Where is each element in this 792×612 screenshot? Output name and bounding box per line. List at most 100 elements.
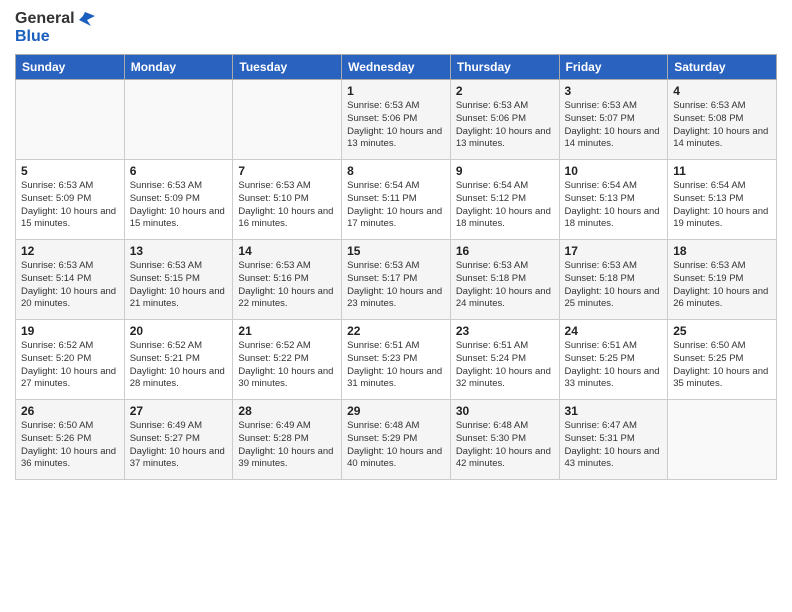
- calendar-cell: 27 Sunrise: 6:49 AM Sunset: 5:27 PM Dayli…: [124, 400, 233, 480]
- calendar-cell: 25Sunrise: 6:50 AM Sunset: 5:25 PM Dayli…: [668, 320, 777, 400]
- calendar-week-row: 1 Sunrise: 6:53 AM Sunset: 5:06 PM Daylig…: [16, 80, 777, 160]
- day-info: Sunrise: 6:53 AM Sunset: 5:16 PM Dayligh…: [238, 260, 336, 311]
- calendar-header-row: SundayMondayTuesdayWednesdayThursdayFrid…: [16, 55, 777, 80]
- calendar-cell: 2 Sunrise: 6:53 AM Sunset: 5:06 PM Daylig…: [450, 80, 559, 160]
- day-number: 1: [347, 84, 445, 98]
- day-number: 26: [21, 404, 119, 418]
- day-number: 3: [565, 84, 663, 98]
- day-number: 14: [238, 244, 336, 258]
- day-number: 25: [673, 324, 771, 338]
- day-number: 29: [347, 404, 445, 418]
- day-info: Sunrise: 6:53 AM Sunset: 5:15 PM Dayligh…: [130, 260, 228, 311]
- calendar-cell: 24 Sunrise: 6:51 AM Sunset: 5:25 PM Dayli…: [559, 320, 668, 400]
- day-number: 18: [673, 244, 771, 258]
- calendar-cell: 9 Sunrise: 6:54 AM Sunset: 5:12 PM Daylig…: [450, 160, 559, 240]
- calendar-cell: 29 Sunrise: 6:48 AM Sunset: 5:29 PM Dayli…: [342, 400, 451, 480]
- calendar-cell: 19Sunrise: 6:52 AM Sunset: 5:20 PM Dayli…: [16, 320, 125, 400]
- day-number: 10: [565, 164, 663, 178]
- calendar-cell: 10Sunrise: 6:54 AM Sunset: 5:13 PM Dayli…: [559, 160, 668, 240]
- logo-blue: Blue: [15, 28, 50, 46]
- calendar-cell: 8Sunrise: 6:54 AM Sunset: 5:11 PM Daylig…: [342, 160, 451, 240]
- calendar-cell: 16 Sunrise: 6:53 AM Sunset: 5:18 PM Dayli…: [450, 240, 559, 320]
- calendar-week-row: 5Sunrise: 6:53 AM Sunset: 5:09 PM Daylig…: [16, 160, 777, 240]
- day-info: Sunrise: 6:52 AM Sunset: 5:22 PM Dayligh…: [238, 340, 336, 391]
- day-number: 13: [130, 244, 228, 258]
- calendar-cell: 4 Sunrise: 6:53 AM Sunset: 5:08 PM Daylig…: [668, 80, 777, 160]
- day-number: 12: [21, 244, 119, 258]
- weekday-header: Monday: [124, 55, 233, 80]
- day-number: 28: [238, 404, 336, 418]
- day-info: Sunrise: 6:51 AM Sunset: 5:23 PM Dayligh…: [347, 340, 445, 391]
- day-number: 24: [565, 324, 663, 338]
- calendar-cell: 22 Sunrise: 6:51 AM Sunset: 5:23 PM Dayli…: [342, 320, 451, 400]
- day-number: 6: [130, 164, 228, 178]
- calendar-cell: 3 Sunrise: 6:53 AM Sunset: 5:07 PM Daylig…: [559, 80, 668, 160]
- day-info: Sunrise: 6:53 AM Sunset: 5:19 PM Dayligh…: [673, 260, 771, 311]
- calendar-cell: [233, 80, 342, 160]
- day-info: Sunrise: 6:54 AM Sunset: 5:11 PM Dayligh…: [347, 180, 445, 231]
- calendar-cell: 5Sunrise: 6:53 AM Sunset: 5:09 PM Daylig…: [16, 160, 125, 240]
- calendar-cell: 21 Sunrise: 6:52 AM Sunset: 5:22 PM Dayli…: [233, 320, 342, 400]
- day-info: Sunrise: 6:51 AM Sunset: 5:24 PM Dayligh…: [456, 340, 554, 391]
- day-info: Sunrise: 6:48 AM Sunset: 5:29 PM Dayligh…: [347, 420, 445, 471]
- day-info: Sunrise: 6:54 AM Sunset: 5:13 PM Dayligh…: [673, 180, 771, 231]
- calendar-cell: 7 Sunrise: 6:53 AM Sunset: 5:10 PM Daylig…: [233, 160, 342, 240]
- calendar-cell: 6Sunrise: 6:53 AM Sunset: 5:09 PM Daylig…: [124, 160, 233, 240]
- day-info: Sunrise: 6:53 AM Sunset: 5:18 PM Dayligh…: [565, 260, 663, 311]
- weekday-header: Thursday: [450, 55, 559, 80]
- day-info: Sunrise: 6:53 AM Sunset: 5:09 PM Dayligh…: [21, 180, 119, 231]
- calendar-cell: 28 Sunrise: 6:49 AM Sunset: 5:28 PM Dayli…: [233, 400, 342, 480]
- day-number: 15: [347, 244, 445, 258]
- weekday-header: Sunday: [16, 55, 125, 80]
- calendar-cell: 30Sunrise: 6:48 AM Sunset: 5:30 PM Dayli…: [450, 400, 559, 480]
- day-info: Sunrise: 6:52 AM Sunset: 5:21 PM Dayligh…: [130, 340, 228, 391]
- weekday-header: Wednesday: [342, 55, 451, 80]
- calendar-cell: 1 Sunrise: 6:53 AM Sunset: 5:06 PM Daylig…: [342, 80, 451, 160]
- day-info: Sunrise: 6:49 AM Sunset: 5:27 PM Dayligh…: [130, 420, 228, 471]
- calendar-cell: [668, 400, 777, 480]
- logo-bird-icon: [77, 10, 95, 28]
- calendar-cell: 13 Sunrise: 6:53 AM Sunset: 5:15 PM Dayli…: [124, 240, 233, 320]
- calendar-cell: 17 Sunrise: 6:53 AM Sunset: 5:18 PM Dayli…: [559, 240, 668, 320]
- day-number: 17: [565, 244, 663, 258]
- logo-general: General: [15, 10, 75, 28]
- day-info: Sunrise: 6:53 AM Sunset: 5:06 PM Dayligh…: [456, 100, 554, 151]
- day-number: 9: [456, 164, 554, 178]
- day-info: Sunrise: 6:52 AM Sunset: 5:20 PM Dayligh…: [21, 340, 119, 391]
- day-info: Sunrise: 6:51 AM Sunset: 5:25 PM Dayligh…: [565, 340, 663, 391]
- day-info: Sunrise: 6:53 AM Sunset: 5:14 PM Dayligh…: [21, 260, 119, 311]
- day-info: Sunrise: 6:53 AM Sunset: 5:08 PM Dayligh…: [673, 100, 771, 151]
- day-info: Sunrise: 6:53 AM Sunset: 5:17 PM Dayligh…: [347, 260, 445, 311]
- calendar-cell: 11 Sunrise: 6:54 AM Sunset: 5:13 PM Dayli…: [668, 160, 777, 240]
- calendar-cell: 15 Sunrise: 6:53 AM Sunset: 5:17 PM Dayli…: [342, 240, 451, 320]
- calendar-cell: 23Sunrise: 6:51 AM Sunset: 5:24 PM Dayli…: [450, 320, 559, 400]
- calendar-cell: 26Sunrise: 6:50 AM Sunset: 5:26 PM Dayli…: [16, 400, 125, 480]
- day-info: Sunrise: 6:54 AM Sunset: 5:12 PM Dayligh…: [456, 180, 554, 231]
- day-info: Sunrise: 6:53 AM Sunset: 5:06 PM Dayligh…: [347, 100, 445, 151]
- day-info: Sunrise: 6:53 AM Sunset: 5:10 PM Dayligh…: [238, 180, 336, 231]
- day-number: 16: [456, 244, 554, 258]
- calendar-table: SundayMondayTuesdayWednesdayThursdayFrid…: [15, 54, 777, 480]
- day-number: 20: [130, 324, 228, 338]
- logo: General Blue: [15, 10, 95, 46]
- calendar-cell: 31Sunrise: 6:47 AM Sunset: 5:31 PM Dayli…: [559, 400, 668, 480]
- day-number: 22: [347, 324, 445, 338]
- weekday-header: Friday: [559, 55, 668, 80]
- day-info: Sunrise: 6:48 AM Sunset: 5:30 PM Dayligh…: [456, 420, 554, 471]
- day-info: Sunrise: 6:53 AM Sunset: 5:07 PM Dayligh…: [565, 100, 663, 151]
- day-number: 7: [238, 164, 336, 178]
- calendar-cell: 12 Sunrise: 6:53 AM Sunset: 5:14 PM Dayli…: [16, 240, 125, 320]
- day-info: Sunrise: 6:53 AM Sunset: 5:18 PM Dayligh…: [456, 260, 554, 311]
- calendar-week-row: 12 Sunrise: 6:53 AM Sunset: 5:14 PM Dayli…: [16, 240, 777, 320]
- day-number: 11: [673, 164, 771, 178]
- calendar-cell: [124, 80, 233, 160]
- calendar-week-row: 26Sunrise: 6:50 AM Sunset: 5:26 PM Dayli…: [16, 400, 777, 480]
- day-info: Sunrise: 6:49 AM Sunset: 5:28 PM Dayligh…: [238, 420, 336, 471]
- calendar-cell: 18 Sunrise: 6:53 AM Sunset: 5:19 PM Dayli…: [668, 240, 777, 320]
- day-number: 31: [565, 404, 663, 418]
- day-number: 27: [130, 404, 228, 418]
- day-number: 4: [673, 84, 771, 98]
- calendar-cell: 20 Sunrise: 6:52 AM Sunset: 5:21 PM Dayli…: [124, 320, 233, 400]
- day-number: 21: [238, 324, 336, 338]
- day-number: 2: [456, 84, 554, 98]
